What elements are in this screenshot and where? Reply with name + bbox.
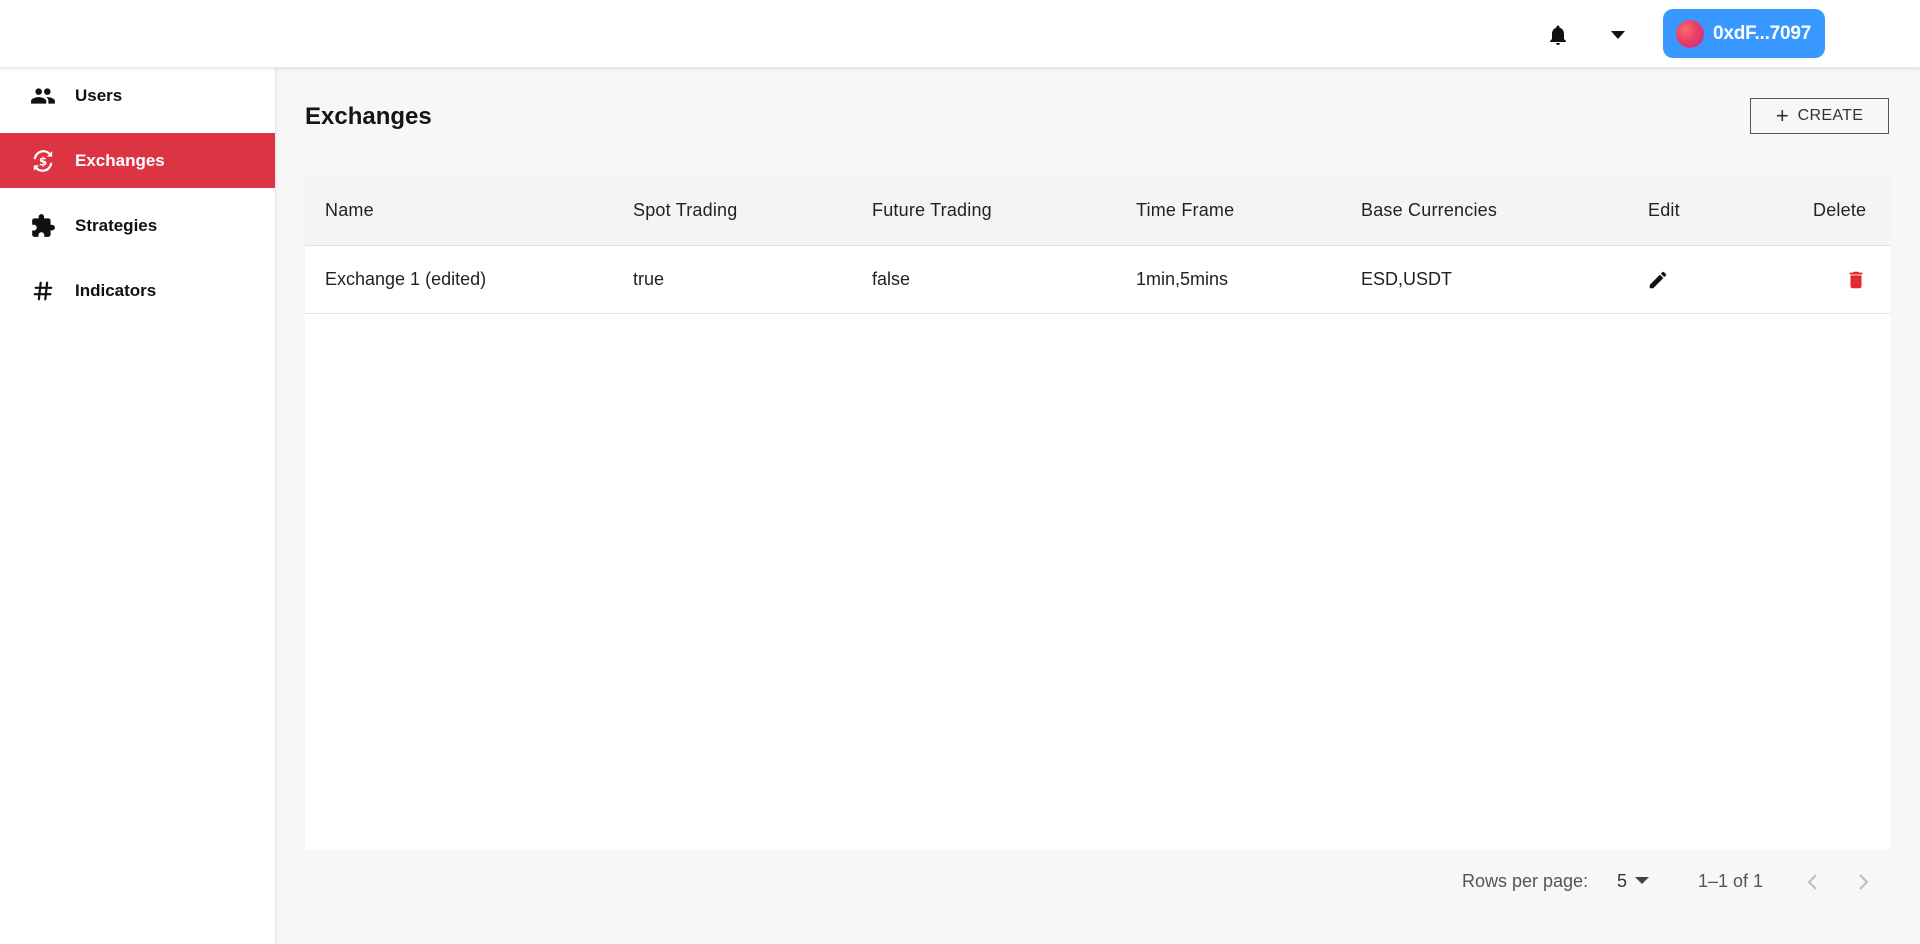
column-header-base-currencies[interactable]: Base Currencies	[1361, 175, 1497, 245]
rows-per-page-label: Rows per page:	[1462, 871, 1589, 891]
next-page-button[interactable]	[1852, 868, 1874, 896]
pencil-icon	[1649, 271, 1667, 289]
cell-base-currencies: ESD,USDT	[1361, 269, 1453, 289]
column-header-time-frame[interactable]: Time Frame	[1136, 175, 1234, 245]
exchanges-table: Name Spot Trading Future Trading Time Fr…	[305, 175, 1890, 850]
puzzle-icon	[29, 212, 56, 239]
sidebar-item-label: Strategies	[75, 215, 158, 235]
cell-name: Exchange 1 (edited)	[325, 269, 487, 289]
page-title: Exchanges	[305, 103, 432, 130]
pagination-range: 1–1 of 1	[1698, 871, 1764, 891]
sidebar-item-strategies[interactable]: Strategies	[0, 198, 275, 253]
column-header-edit: Edit	[1648, 200, 1680, 220]
plus-icon: +	[1775, 103, 1789, 128]
sidebar-item-label: Users	[75, 85, 123, 105]
rows-per-page-select[interactable]: 5	[1617, 866, 1650, 896]
sidebar: Users $ Exchanges Strategies Indicators	[0, 67, 275, 944]
create-button[interactable]: + CREATE	[1750, 98, 1889, 134]
wallet-avatar	[1676, 19, 1704, 48]
cell-time-frame: 1min,5mins	[1136, 269, 1229, 289]
caret-down-icon	[1611, 31, 1625, 39]
wallet-address-button[interactable]: 0xdF...7097	[1663, 9, 1825, 58]
notifications-bell-icon[interactable]	[1544, 20, 1572, 50]
trash-icon	[1849, 271, 1863, 289]
rows-per-page-value: 5	[1617, 870, 1628, 891]
account-menu-dropdown[interactable]	[1600, 20, 1636, 50]
sidebar-item-indicators[interactable]: Indicators	[0, 263, 275, 318]
exchange-icon: $	[29, 147, 56, 174]
table-row: Exchange 1 (edited) true false 1min,5min…	[305, 246, 1890, 314]
table-header: Name Spot Trading Future Trading Time Fr…	[305, 175, 1890, 246]
cell-spot-trading: true	[633, 269, 665, 289]
users-icon	[29, 82, 56, 109]
sidebar-item-users[interactable]: Users	[0, 68, 275, 123]
caret-down-icon	[1635, 877, 1650, 884]
svg-text:$: $	[38, 154, 46, 168]
previous-page-button[interactable]	[1802, 868, 1824, 896]
top-bar: 0xdF...7097	[0, 0, 1920, 67]
column-header-future-trading[interactable]: Future Trading	[872, 175, 992, 245]
hash-icon	[29, 277, 56, 304]
sidebar-item-exchanges[interactable]: $ Exchanges	[0, 133, 275, 188]
cell-future-trading: false	[872, 269, 911, 289]
delete-button[interactable]	[1845, 268, 1867, 292]
sidebar-item-label: Indicators	[75, 280, 157, 300]
column-header-delete: Delete	[1813, 200, 1867, 220]
column-header-spot-trading[interactable]: Spot Trading	[633, 175, 737, 245]
chevron-left-icon	[1807, 874, 1817, 890]
create-label: CREATE	[1797, 107, 1864, 124]
chevron-right-icon	[1859, 874, 1869, 890]
column-header-name[interactable]: Name	[325, 175, 374, 245]
edit-button[interactable]	[1647, 269, 1669, 291]
sidebar-item-label: Exchanges	[75, 150, 165, 170]
wallet-address: 0xdF...7097	[1713, 22, 1812, 44]
